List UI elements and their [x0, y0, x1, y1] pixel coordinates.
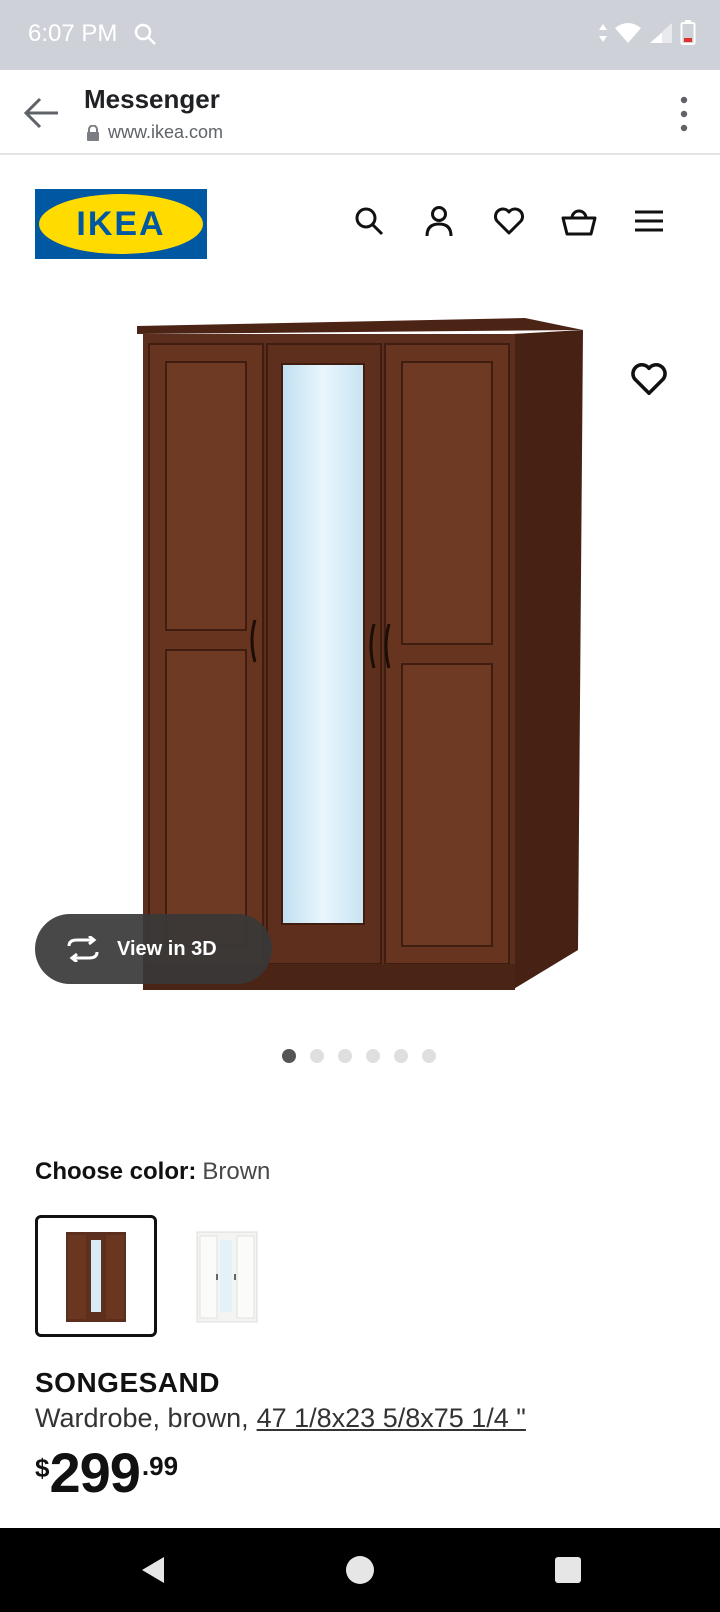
- nav-recents-icon[interactable]: [552, 1554, 584, 1586]
- choose-color-label: Choose color:: [35, 1158, 197, 1185]
- color-swatch-white[interactable]: [166, 1215, 288, 1337]
- back-arrow-icon[interactable]: [20, 92, 62, 134]
- view-in-3d-button[interactable]: View in 3D: [35, 914, 272, 984]
- browser-toolbar: Messenger www.ikea.com: [0, 70, 720, 155]
- carousel-dot[interactable]: [310, 1049, 324, 1063]
- overflow-menu-icon[interactable]: [678, 94, 690, 134]
- price-integer: 299: [49, 1441, 140, 1504]
- system-nav-bar: [0, 1528, 720, 1612]
- search-icon: [355, 207, 384, 236]
- nav-back-icon[interactable]: [138, 1554, 170, 1586]
- price-currency: $: [35, 1453, 50, 1483]
- color-swatch-brown[interactable]: [35, 1215, 157, 1337]
- carousel-dot[interactable]: [422, 1049, 436, 1063]
- nav-home-icon[interactable]: [344, 1554, 376, 1586]
- ikea-logo-graphic: IKEA: [35, 189, 207, 259]
- header-favorites-button[interactable]: [490, 202, 528, 240]
- color-chooser-label: Choose color: Brown: [35, 1158, 270, 1186]
- header-menu-button[interactable]: [630, 202, 668, 240]
- site-header: IKEA: [0, 157, 720, 297]
- product-name: SONGESAND: [35, 1367, 220, 1398]
- status-bar: 6:07 PM: [0, 0, 720, 70]
- product-favorite-heart-icon[interactable]: [630, 360, 668, 398]
- header-account-button[interactable]: [420, 202, 458, 240]
- header-cart-button[interactable]: [560, 202, 598, 240]
- product-description-text: Wardrobe, brown,: [35, 1403, 249, 1433]
- ikea-logo-text: IKEA: [76, 205, 165, 243]
- signal-icon: [650, 23, 672, 43]
- white-wardrobe-thumbnail: [196, 1231, 258, 1323]
- carousel-dot[interactable]: [338, 1049, 352, 1063]
- product-description: Wardrobe, brown, 47 1/8x23 5/8x75 1/4 ": [35, 1403, 526, 1434]
- product-price: $ 299 .99: [35, 1445, 178, 1501]
- cart-icon: [561, 209, 597, 236]
- browser-url: www.ikea.com: [108, 122, 224, 142]
- carousel-dots: [282, 1049, 436, 1063]
- status-time: 6:07 PM: [28, 20, 118, 47]
- price-decimal: .99: [141, 1451, 179, 1481]
- carousel-dot[interactable]: [366, 1049, 380, 1063]
- browser-title: Messenger: [84, 84, 220, 114]
- view-in-3d-label: View in 3D: [117, 937, 217, 960]
- status-icons: [598, 20, 696, 46]
- ikea-logo[interactable]: IKEA: [35, 189, 207, 259]
- menu-icon: [635, 210, 663, 232]
- heart-icon: [494, 207, 524, 235]
- brown-wardrobe-thumbnail: [66, 1232, 126, 1322]
- lock-icon: [87, 124, 99, 141]
- rotate-3d-icon: [67, 936, 99, 962]
- product-dimensions-link[interactable]: 47 1/8x23 5/8x75 1/4 ": [257, 1403, 526, 1433]
- carousel-dot[interactable]: [394, 1049, 408, 1063]
- data-arrows-icon: [599, 24, 607, 42]
- search-icon: [134, 23, 156, 45]
- battery-icon: [680, 20, 696, 45]
- header-search-button[interactable]: [350, 202, 388, 240]
- header-icons: [350, 202, 668, 240]
- wifi-icon: [615, 23, 641, 43]
- selected-color-value: Brown: [202, 1158, 271, 1185]
- url-row[interactable]: www.ikea.com: [86, 122, 223, 143]
- carousel-dot[interactable]: [282, 1049, 296, 1063]
- account-icon: [425, 206, 453, 237]
